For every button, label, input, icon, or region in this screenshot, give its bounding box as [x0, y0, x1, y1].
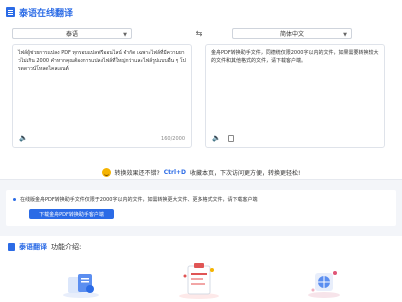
- swap-languages-icon[interactable]: ⇆: [193, 28, 205, 39]
- download-notice: 在线版金舟PDF转换助手文件仅限于2000字以内的文件，如需转换更大文件、更多格…: [6, 190, 396, 226]
- clipboard-document-illustration: [179, 263, 219, 299]
- target-language-select[interactable]: 简体中文 ▼: [232, 28, 352, 39]
- features-heading: 泰语翻译 功能介绍:: [8, 242, 81, 252]
- source-language-value: 泰语: [65, 31, 78, 38]
- chevron-down-icon: ▼: [123, 32, 127, 38]
- source-language-select[interactable]: 泰语 ▼: [12, 28, 132, 39]
- target-language-value: 简体中文: [279, 31, 304, 38]
- globe-translate-illustration: [308, 271, 340, 298]
- features-subtitle: 功能介绍:: [51, 243, 82, 251]
- bookmark-promo: 转换效果还不错? Ctrl+D 收藏本页，下次访问更方便，转换更轻松!: [0, 166, 402, 178]
- promo-text-after: 收藏本页，下次访问更方便，转换更轻松!: [190, 169, 301, 177]
- chevron-down-icon: ▼: [343, 32, 347, 38]
- translated-text: 金舟PDF转换助手文件，同德统仅限2000字以内的文件，如果需要转换较大的文件和…: [211, 50, 379, 64]
- bullet-dot: [13, 198, 16, 201]
- cloud-upload-illustration: [63, 274, 99, 298]
- source-text[interactable]: ไฟล์ผู้ช่วยการแปลง PDF ทุกรอบแปลฟรีออนไล…: [18, 49, 186, 73]
- speaker-icon[interactable]: 🔈: [19, 134, 28, 142]
- promo-text-before: 转换效果还不错?: [114, 169, 160, 177]
- notice-text: 在线版金舟PDF转换助手文件仅限于2000字以内的文件，如需转换更大文件、更多格…: [20, 197, 258, 203]
- translator-panel: 泰语在线翻译 泰语 ▼ ⇆ 简体中文 ▼ ไฟล์ผู้ช่วยการแปลง …: [0, 0, 402, 180]
- smile-icon: [101, 167, 111, 177]
- download-client-button[interactable]: 下载金舟PDF转换助手客户端: [29, 209, 114, 219]
- document-icon: [8, 243, 15, 251]
- page-header: 泰语在线翻译: [6, 5, 73, 19]
- target-text-area: 金舟PDF转换助手文件，同德统仅限2000字以内的文件，如果需要转换较大的文件和…: [205, 44, 385, 148]
- char-count: 160/2000: [161, 136, 185, 142]
- speaker-icon[interactable]: 🔈: [212, 134, 221, 142]
- features-brand: 泰语翻译: [19, 243, 47, 251]
- document-icon: [6, 7, 15, 17]
- promo-hotkey: Ctrl+D: [163, 168, 187, 176]
- features-section: 泰语翻译 功能介绍:: [0, 236, 402, 302]
- page-title: 泰语在线翻译: [19, 8, 74, 19]
- copy-icon[interactable]: [228, 135, 234, 142]
- source-text-area[interactable]: ไฟล์ผู้ช่วยการแปลง PDF ทุกรอบแปลฟรีออนไล…: [12, 44, 192, 148]
